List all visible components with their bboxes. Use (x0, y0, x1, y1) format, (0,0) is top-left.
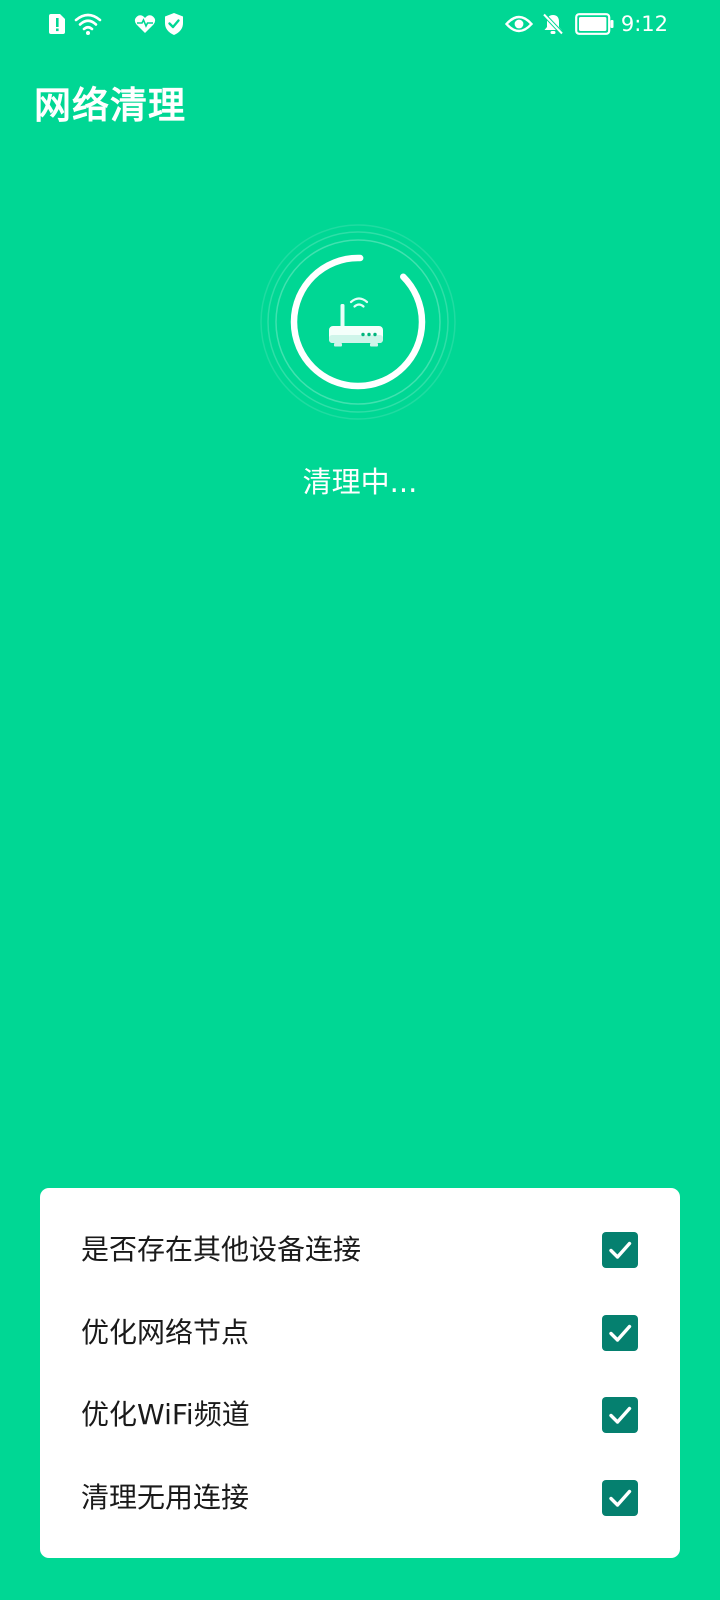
checkbox-checked[interactable] (602, 1315, 638, 1351)
checklist-item[interactable]: 清理无用连接 (40, 1468, 680, 1528)
checkbox-checked[interactable] (602, 1232, 638, 1268)
shield-check-icon (164, 12, 184, 36)
checkbox-checked[interactable] (602, 1480, 638, 1516)
eye-icon (504, 14, 533, 34)
checklist-item[interactable]: 优化网络节点 (40, 1303, 680, 1363)
alert-sim-icon (48, 13, 66, 35)
checklist-item-label: 优化网络节点 (81, 1316, 250, 1349)
status-bar-right: 9:12 (504, 11, 668, 37)
status-bar: 9:12 (0, 0, 720, 50)
cleaning-status-text: 清理中... (302, 465, 418, 499)
progress-ring (260, 224, 456, 420)
page-title: 网络清理 (34, 84, 186, 127)
checkmark-icon (609, 1406, 632, 1424)
checkmark-icon (609, 1324, 632, 1342)
optimization-checklist: 是否存在其他设备连接 优化网络节点 优化WiFi频道 清理无用连接 (40, 1188, 680, 1558)
checkmark-icon (609, 1489, 632, 1507)
cleaning-progress (258, 222, 458, 422)
bell-off-icon (541, 12, 565, 36)
wifi-icon (74, 12, 102, 36)
checkmark-icon (609, 1241, 632, 1259)
checklist-item-label: 清理无用连接 (81, 1481, 250, 1514)
checklist-item-label: 是否存在其他设备连接 (81, 1233, 362, 1266)
heart-health-icon (134, 14, 156, 34)
checkbox-checked[interactable] (602, 1397, 638, 1433)
status-bar-left (48, 12, 184, 36)
battery-icon (574, 13, 615, 35)
checklist-item[interactable]: 是否存在其他设备连接 (40, 1220, 680, 1280)
status-time: 9:12 (620, 12, 668, 36)
checklist-item-label: 优化WiFi频道 (81, 1398, 250, 1431)
checklist-item[interactable]: 优化WiFi频道 (40, 1385, 680, 1445)
